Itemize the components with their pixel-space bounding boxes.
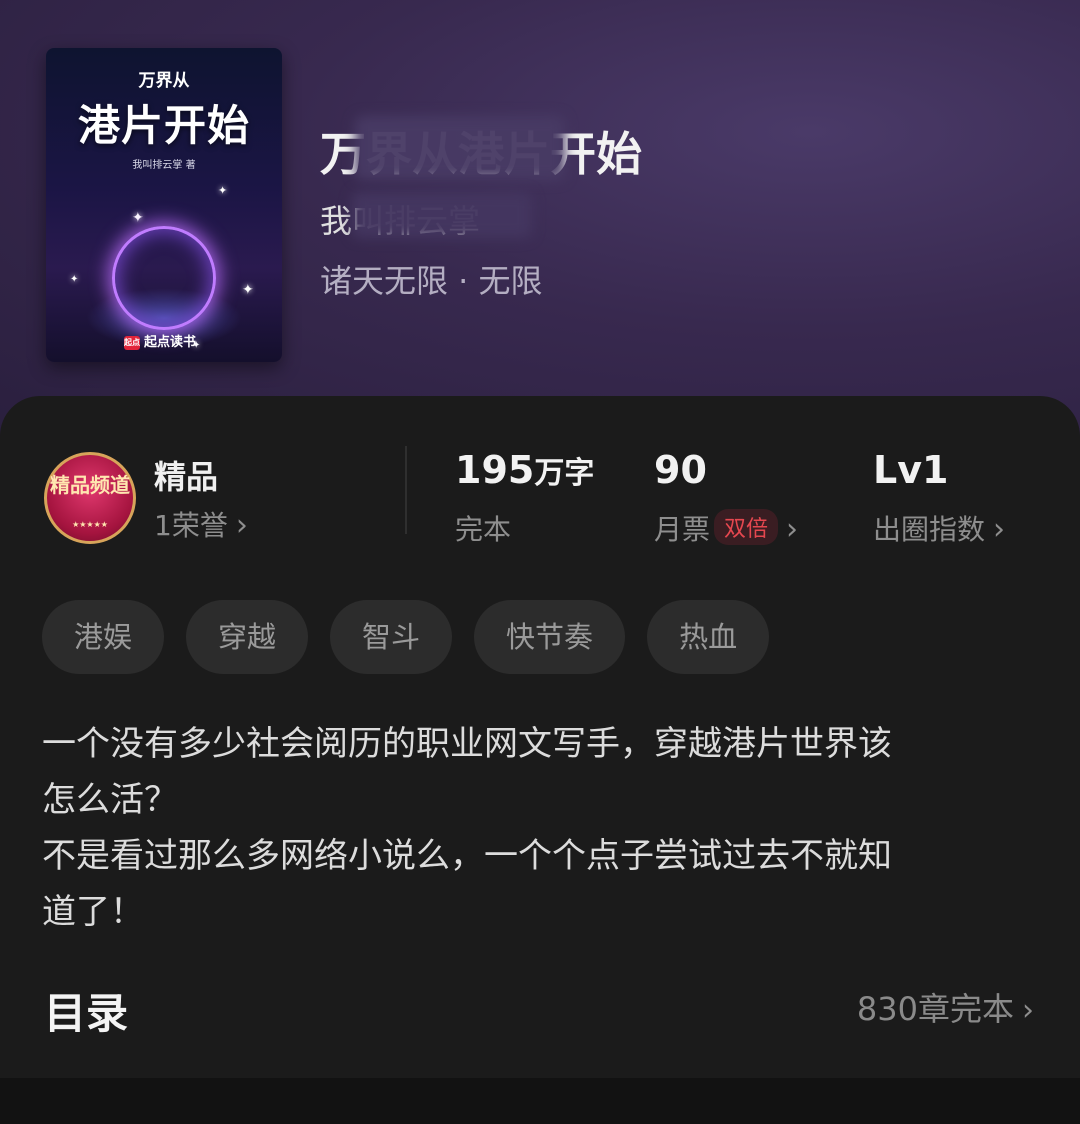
star-icon: ✦ <box>242 282 254 298</box>
chapter-count: 830章完本 <box>856 990 1014 1028</box>
book-genre[interactable]: 诸天无限 · 无限 <box>320 256 543 302</box>
blur-overlay <box>355 116 565 180</box>
book-header: 万界从 港片开始 我叫排云掌 著 ✦ ✦ ✦ ✦ ✦ 起点起点读书 万界从港片开… <box>0 0 1080 440</box>
popularity-index-link[interactable]: 出圈指数 › <box>873 508 1005 548</box>
book-description[interactable]: 一个没有多少社会阅历的职业网文写手，穿越港片世界该 怎么活？ 不是看过那么多网络… <box>42 716 1032 940</box>
monthly-ticket-label: 月票 <box>654 513 711 546</box>
honor-badge-icon[interactable]: 精品频道 ★★★★★ <box>44 452 136 544</box>
honor-title[interactable]: 精品 <box>154 452 218 498</box>
book-cover[interactable]: 万界从 港片开始 我叫排云掌 著 ✦ ✦ ✦ ✦ ✦ 起点 起点读书 <box>46 48 282 362</box>
honor-count-link[interactable]: 1荣誉 › <box>154 504 248 544</box>
tag-chip[interactable]: 穿越 <box>186 600 309 674</box>
completion-status: 完本 <box>455 513 512 546</box>
cover-main-text: 港片开始 <box>77 101 250 150</box>
popularity-level[interactable]: Lv1 <box>873 448 948 492</box>
honor-badge-stars: ★★★★★ <box>72 520 108 529</box>
honor-count: 1荣誉 <box>154 509 228 542</box>
section-separator <box>0 1078 1080 1124</box>
toc-title[interactable]: 目录 <box>44 980 128 1041</box>
monthly-ticket-value[interactable]: 90 <box>654 448 707 492</box>
cover-author-text: 我叫排云掌 著 <box>132 160 196 171</box>
tag-list: 港娱 穿越 智斗 快节奏 热血 <box>42 600 770 674</box>
blur-overlay <box>352 192 532 238</box>
description-line: 不是看过那么多网络小说么，一个个点子尝试过去不就知 <box>42 836 892 876</box>
tag-chip[interactable]: 智斗 <box>330 600 453 674</box>
divider <box>405 446 407 534</box>
honor-badge-text: 精品频道 <box>50 473 130 497</box>
star-icon: ✦ <box>132 210 144 226</box>
toc-link[interactable]: 830章完本 › <box>857 984 1034 1030</box>
word-count: 195万字 <box>455 448 594 492</box>
star-icon: ✦ <box>218 184 228 197</box>
double-ticket-badge: 双倍 <box>714 509 779 545</box>
description-line: 道了！ <box>42 892 144 932</box>
word-count-value: 195 <box>455 448 535 492</box>
cover-portal-ring <box>112 226 216 330</box>
cover-brand: 起点 起点读书 <box>124 331 196 350</box>
chevron-right-icon: › <box>786 512 799 547</box>
chevron-right-icon: › <box>1022 993 1034 1028</box>
chevron-right-icon: › <box>235 508 248 543</box>
word-count-unit: 万字 <box>534 456 595 491</box>
monthly-ticket-link[interactable]: 月票 双倍 › <box>654 508 798 548</box>
popularity-index-label: 出圈指数 <box>873 513 986 546</box>
cover-top-text: 万界从 <box>138 71 190 91</box>
cover-brand-text: 起点读书 <box>144 335 197 350</box>
description-line: 一个没有多少社会阅历的职业网文写手，穿越港片世界该 <box>42 724 892 764</box>
description-line: 怎么活？ <box>42 780 178 820</box>
qidian-logo-icon: 起点 <box>124 336 140 350</box>
tag-chip[interactable]: 热血 <box>647 600 770 674</box>
chevron-right-icon: › <box>993 512 1006 547</box>
tag-chip[interactable]: 港娱 <box>42 600 165 674</box>
tag-chip[interactable]: 快节奏 <box>474 600 626 674</box>
star-icon: ✦ <box>70 274 79 285</box>
